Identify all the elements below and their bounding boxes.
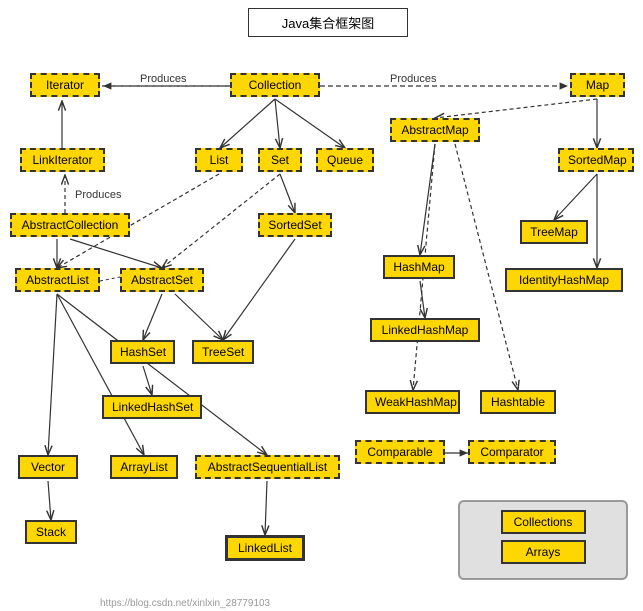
node-hashtable: Hashtable: [480, 390, 556, 414]
node-abstractmap: AbstractMap: [390, 118, 480, 142]
node-vector: Vector: [18, 455, 78, 479]
watermark: https://blog.csdn.net/xinlxin_28779103: [100, 598, 270, 609]
node-comparator: Comparator: [468, 440, 556, 464]
node-treeset: TreeSet: [192, 340, 254, 364]
node-linkedhashmap: LinkedHashMap: [370, 318, 480, 342]
node-sortedset: SortedSet: [258, 213, 332, 237]
node-arraylist: ArrayList: [110, 455, 178, 479]
svg-text:Produces: Produces: [140, 73, 187, 85]
node-hashmap: HashMap: [383, 255, 455, 279]
node-abstractlist: AbstractList: [15, 268, 100, 292]
node-list: List: [195, 148, 243, 172]
legend-box: Collections Arrays: [458, 500, 628, 580]
title-box: Java集合框架图: [248, 8, 408, 37]
node-weakhashmap: WeakHashMap: [365, 390, 460, 414]
node-hashset: HashSet: [110, 340, 175, 364]
node-map: Map: [570, 73, 625, 97]
node-abstractset: AbstractSet: [120, 268, 204, 292]
node-comparable: Comparable: [355, 440, 445, 464]
node-linkiterator: LinkIterator: [20, 148, 105, 172]
node-iterator: Iterator: [30, 73, 100, 97]
title-text: Java集合框架图: [282, 16, 374, 31]
node-set: Set: [258, 148, 302, 172]
node-treemap: TreeMap: [520, 220, 588, 244]
node-collection: Collection: [230, 73, 320, 97]
node-abstractsequentiallist: AbstractSequentialList: [195, 455, 340, 479]
node-abstractcollection: AbstractCollection: [10, 213, 130, 237]
node-linkedlist: LinkedList: [225, 535, 305, 561]
node-arrays: Arrays: [501, 540, 586, 564]
svg-text:Produces: Produces: [390, 73, 437, 85]
node-identityhashmap: IdentityHashMap: [505, 268, 623, 292]
node-sortedmap: SortedMap: [558, 148, 634, 172]
node-stack: Stack: [25, 520, 77, 544]
node-queue: Queue: [316, 148, 374, 172]
node-linkedhashset: LinkedHashSet: [102, 395, 202, 419]
svg-text:Produces: Produces: [75, 189, 122, 201]
node-collections: Collections: [501, 510, 586, 534]
diagram: Produces Produces Produces: [0, 0, 643, 611]
